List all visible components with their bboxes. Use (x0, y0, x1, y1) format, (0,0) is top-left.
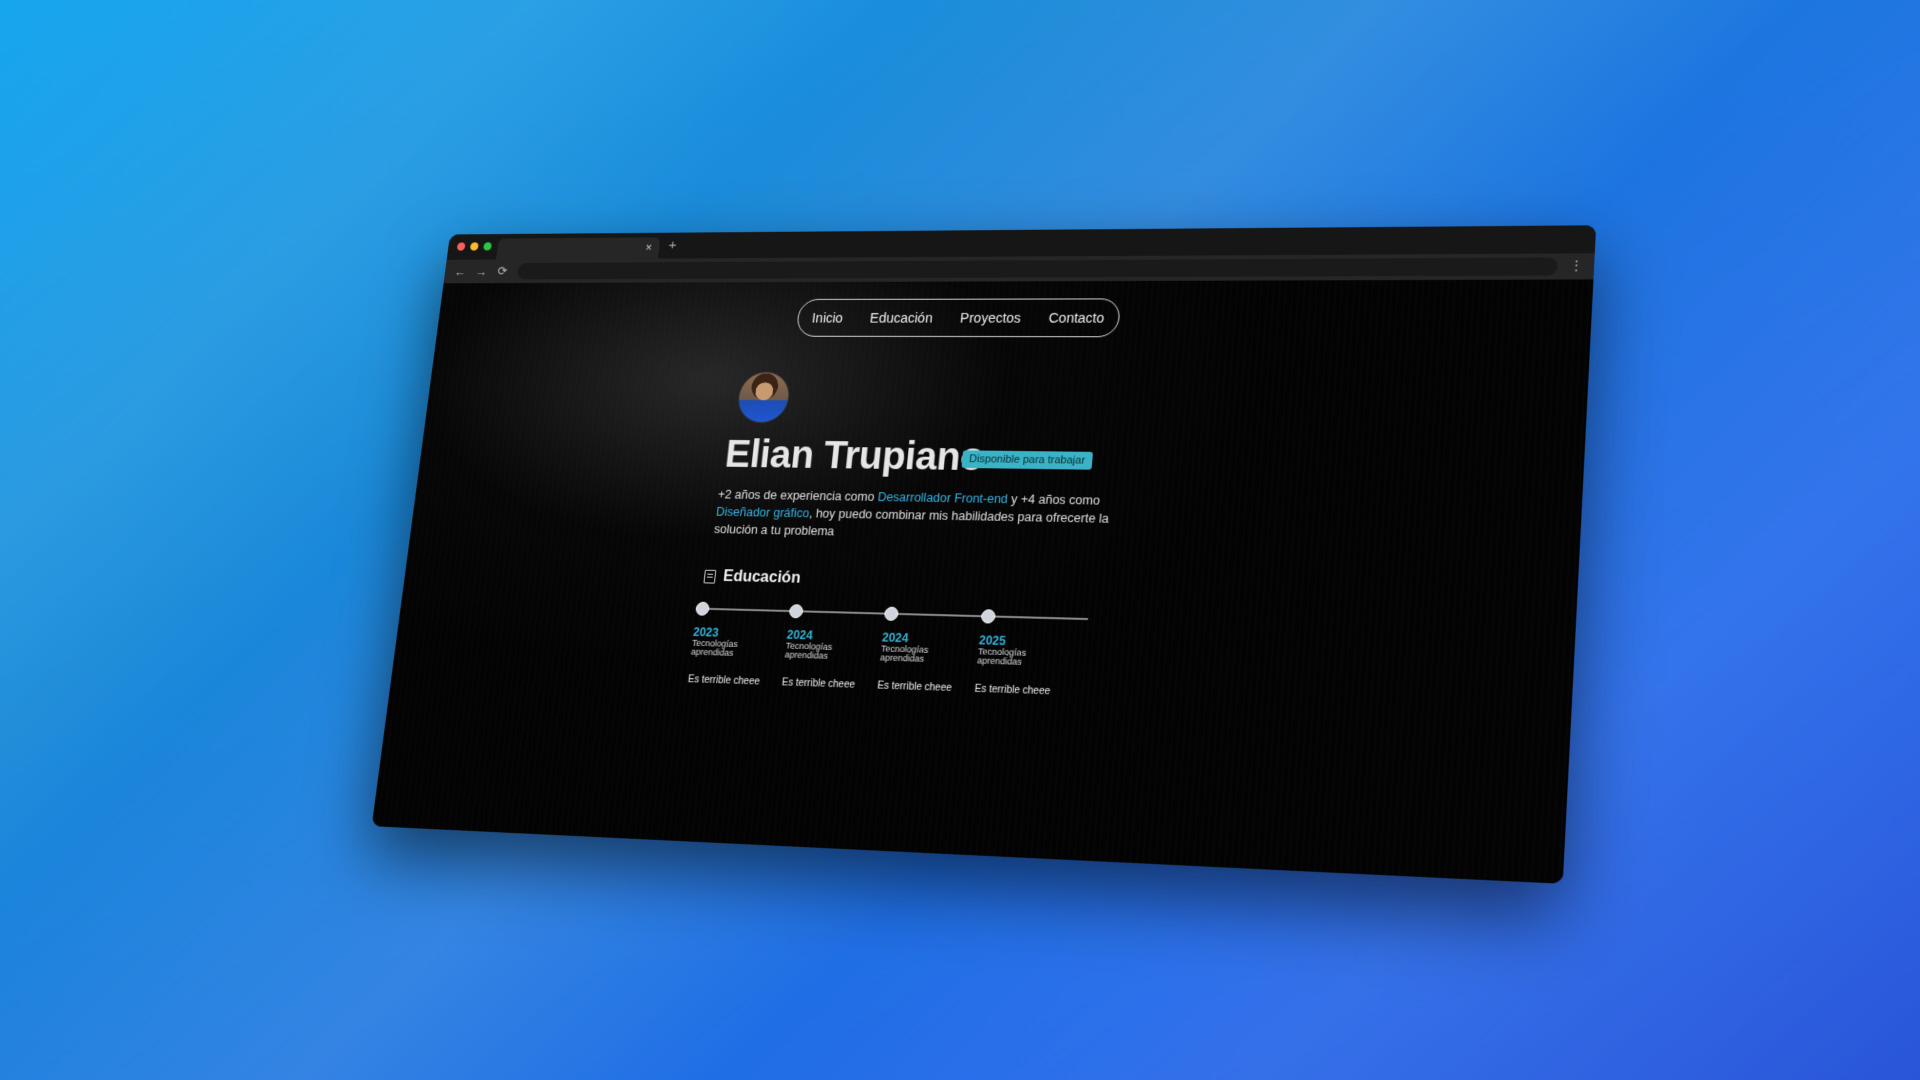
education-heading: Educación (703, 568, 801, 588)
nav-link-contacto[interactable]: Contacto (1048, 310, 1105, 326)
education-title: Educación (722, 568, 802, 587)
timeline-note: Es terrible cheee (687, 674, 761, 688)
timeline-label: Tecnologías aprendidas (976, 646, 1027, 667)
portfolio-page: Inicio Educación Proyectos Contacto Elia… (371, 279, 1594, 884)
bio-part-2: y +4 años como (1007, 492, 1101, 508)
timeline-dot[interactable] (980, 609, 996, 624)
forward-icon[interactable]: → (474, 265, 488, 279)
timeline-label: Tecnologías aprendidas (690, 637, 739, 658)
window-controls (456, 242, 493, 251)
minimize-window-button[interactable] (469, 242, 479, 251)
timeline-dot[interactable] (788, 604, 804, 619)
timeline-label: Tecnologías aprendidas (784, 640, 833, 661)
bio-part-1: +2 años de experiencia como (717, 487, 879, 504)
address-bar[interactable] (516, 257, 1559, 280)
bio-link-designer[interactable]: Diseñador gráfico (715, 505, 810, 520)
avatar (735, 371, 792, 424)
bio-link-frontend[interactable]: Desarrollador Front-end (877, 490, 1008, 506)
browser-menu-icon[interactable]: ⋮ (1569, 257, 1584, 273)
timeline-item: 2024 Tecnologías aprendidas Es terrible … (781, 604, 887, 691)
book-icon (703, 569, 717, 584)
nav-link-educacion[interactable]: Educación (869, 310, 933, 325)
timeline-note: Es terrible cheee (781, 677, 856, 691)
timeline-note: Es terrible cheee (974, 683, 1051, 698)
back-icon[interactable]: ← (453, 265, 467, 279)
browser-window: × + ← → ⟳ ⋮ Inicio Educación Proyectos C… (371, 225, 1597, 884)
timeline-dot[interactable] (883, 606, 899, 621)
timeline-dot[interactable] (695, 601, 710, 616)
bio-text: +2 años de experiencia como Desarrollado… (713, 486, 1159, 547)
nav-link-proyectos[interactable]: Proyectos (959, 310, 1021, 325)
timeline-label: Tecnologías aprendidas (879, 643, 929, 664)
timeline-item: 2024 Tecnologías aprendidas Es terrible … (876, 606, 984, 695)
education-timeline: 2023 Tecnologías aprendidas Es terrible … (683, 601, 1089, 735)
new-tab-icon[interactable]: + (668, 237, 678, 253)
timeline-note: Es terrible cheee (876, 680, 953, 695)
close-window-button[interactable] (456, 242, 466, 251)
desktop-background: × + ← → ⟳ ⋮ Inicio Educación Proyectos C… (0, 0, 1920, 1080)
maximize-window-button[interactable] (483, 242, 493, 251)
timeline-item: 2023 Tecnologías aprendidas Es terrible … (687, 601, 792, 689)
timeline-item: 2025 Tecnologías aprendidas Es terrible … (974, 609, 1082, 698)
nav-link-inicio[interactable]: Inicio (811, 310, 844, 325)
status-badge: Disponible para trabajar (961, 450, 1093, 470)
page-title: Elian Trupiano (723, 433, 986, 480)
browser-tab[interactable]: × (496, 237, 661, 260)
reload-icon[interactable]: ⟳ (495, 264, 509, 279)
top-nav: Inicio Educación Proyectos Contacto (795, 298, 1122, 338)
close-tab-icon[interactable]: × (645, 241, 653, 254)
